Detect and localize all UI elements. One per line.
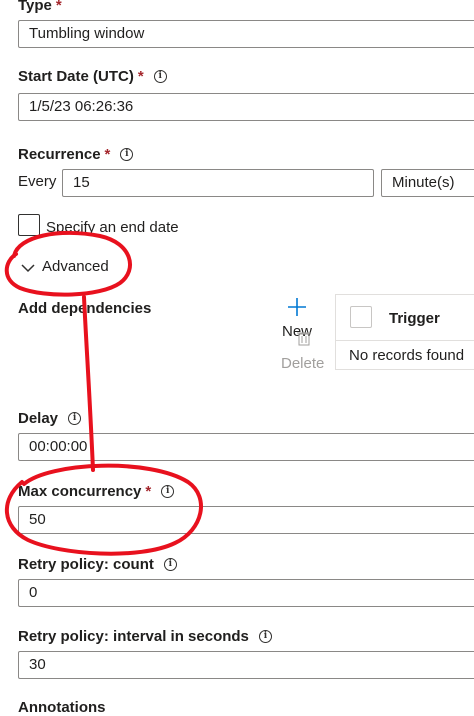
- delete-dependency-button[interactable]: Delete: [281, 355, 324, 372]
- retry-count-input[interactable]: 0: [18, 579, 474, 607]
- annotations-label: Annotations: [18, 699, 106, 716]
- delay-input[interactable]: 00:00:00: [18, 433, 474, 461]
- end-date-checkbox[interactable]: [18, 214, 40, 236]
- recurrence-unit-select[interactable]: Minute(s): [381, 169, 474, 197]
- type-select[interactable]: Tumbling window: [18, 20, 474, 48]
- info-icon[interactable]: i: [153, 70, 167, 83]
- recurrence-label: Recurrence * i: [18, 146, 134, 163]
- grid-divider: [335, 294, 474, 295]
- recurrence-interval-input[interactable]: 15: [62, 169, 374, 197]
- required-mark: *: [137, 68, 144, 85]
- add-icon: [288, 298, 306, 316]
- retry-interval-input[interactable]: 30: [18, 651, 474, 679]
- info-icon[interactable]: i: [68, 412, 82, 425]
- info-icon[interactable]: i: [120, 148, 134, 161]
- retry-interval-label: Retry policy: interval in seconds i: [18, 628, 272, 645]
- max-concurrency-label: Max concurrency * i: [18, 483, 175, 500]
- retry-count-label: Retry policy: count i: [18, 556, 177, 573]
- select-all-checkbox[interactable]: [350, 306, 372, 328]
- chevron-down-icon: [21, 264, 35, 273]
- grid-divider: [335, 340, 474, 341]
- max-concurrency-input[interactable]: 50: [18, 506, 474, 534]
- no-records-text: No records found: [349, 347, 465, 364]
- start-date-input[interactable]: 1/5/23 06:26:36: [18, 93, 474, 121]
- trash-icon: [297, 332, 311, 346]
- add-dependencies-label: Add dependencies: [18, 300, 152, 317]
- delay-label: Delay i: [18, 410, 82, 427]
- required-mark: *: [55, 0, 62, 14]
- type-label: Type *: [18, 0, 62, 14]
- info-icon[interactable]: i: [163, 558, 177, 571]
- info-icon[interactable]: i: [161, 485, 175, 498]
- info-icon[interactable]: i: [258, 630, 272, 643]
- every-label: Every: [18, 173, 57, 190]
- grid-divider: [335, 294, 336, 370]
- required-mark: *: [104, 146, 111, 163]
- trigger-column-header: Trigger: [389, 310, 440, 327]
- end-date-label: Specify an end date: [46, 219, 179, 236]
- required-mark: *: [145, 483, 152, 500]
- grid-divider: [335, 369, 474, 370]
- start-date-label: Start Date (UTC) * i: [18, 68, 167, 85]
